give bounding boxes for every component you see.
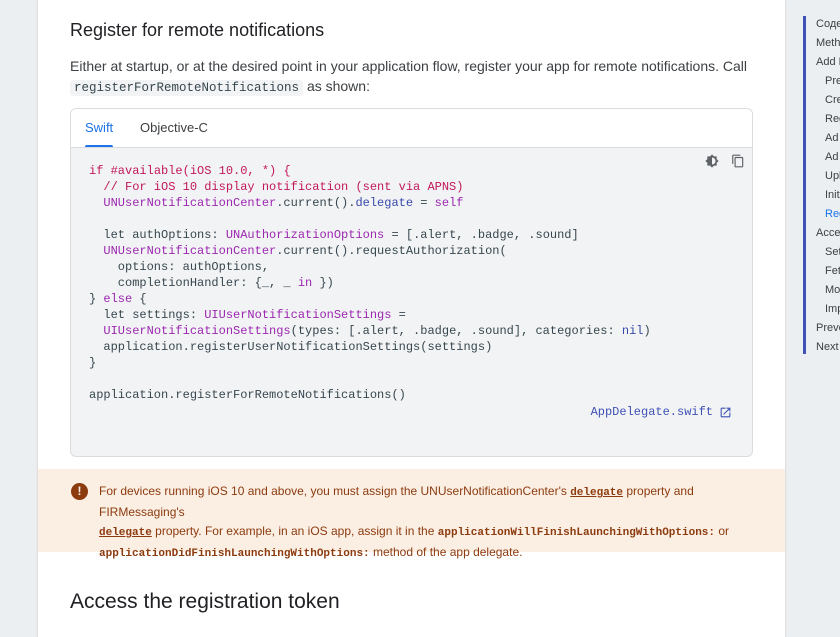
warning-text-part: For devices running iOS 10 and above, yo… — [99, 484, 567, 498]
intro-suffix: as shown: — [306, 78, 370, 94]
next-section-title: Access the registration token — [70, 590, 340, 613]
code-line: application.registerForRemoteNotificatio… — [89, 388, 406, 402]
warning-text: For devices running iOS 10 and above, yo… — [99, 482, 764, 564]
code-line: application.registerUserNotificationSett… — [89, 340, 493, 354]
code-block: if #available(iOS 10.0, *) { // For iOS … — [89, 163, 651, 403]
toc-item[interactable]: Pre — [825, 75, 840, 87]
toc-item[interactable]: Ad — [825, 132, 838, 144]
file-link-label: AppDelegate.swift — [590, 405, 713, 419]
file-link[interactable]: AppDelegate.swift — [591, 405, 732, 419]
warning-code: applicationWillFinishLaunchingWithOption… — [437, 527, 716, 539]
content-page: Register for remote notifications Either… — [38, 0, 785, 637]
warning-text-part: method of the app delegate. — [373, 545, 523, 559]
toc-item[interactable]: Ad — [825, 151, 838, 163]
toc-item[interactable]: Init — [825, 189, 840, 201]
toc-item[interactable]: Imp — [825, 303, 840, 315]
code-line: if #available(iOS 10.0, *) { — [89, 164, 291, 178]
delegate-link[interactable]: delegate — [570, 487, 623, 499]
warning-icon: ! — [71, 483, 88, 500]
code-line: let settings: UIUserNotificationSettings… — [89, 308, 406, 322]
intro-code: registerForRemoteNotifications — [70, 80, 304, 96]
intro-text: Either at startup, or at the desired poi… — [70, 58, 748, 74]
copy-icon[interactable] — [730, 153, 746, 169]
warning-text-part: property. For example, in an iOS app, as… — [155, 524, 435, 538]
warning-callout: ! For devices running iOS 10 and above, … — [38, 469, 785, 560]
intro-paragraph: Either at startup, or at the desired poi… — [70, 56, 750, 98]
toc-item[interactable]: Fet — [825, 265, 840, 277]
toc-item[interactable]: Mo — [825, 284, 840, 296]
toc-item[interactable]: Add F — [816, 56, 840, 68]
toc-item[interactable]: Preve — [816, 322, 840, 334]
code-line: UNUserNotificationCenter.current().reque… — [103, 244, 507, 258]
theme-toggle-icon[interactable] — [704, 153, 720, 169]
table-of-contents: Содер Meth Add F Pre Cre Reg Ad Ad Upl I… — [803, 16, 840, 354]
code-line: } else { — [89, 292, 147, 306]
tab-swift[interactable]: Swift — [85, 109, 114, 147]
section-title: Register for remote notifications — [70, 20, 325, 40]
tab-objective-c[interactable]: Objective-C — [140, 109, 208, 147]
code-tools — [704, 153, 746, 169]
toc-item[interactable]: Содер — [816, 18, 840, 30]
toc-item[interactable]: Next — [816, 341, 839, 353]
warning-code: applicationDidFinishLaunchingWithOptions… — [99, 548, 370, 560]
toc-item[interactable]: Meth — [816, 37, 840, 49]
code-sample: Swift Objective-C if #available(iOS 10.0… — [70, 108, 753, 457]
code-tabs: Swift Objective-C — [71, 109, 752, 148]
code-line: // For iOS 10 display notification (sent… — [89, 180, 464, 194]
code-line: let authOptions: UNAuthorizationOptions … — [89, 228, 579, 242]
code-line: } — [89, 356, 97, 370]
toc-item-active[interactable]: Reg — [825, 208, 840, 220]
open-in-new-icon — [720, 407, 731, 417]
code-line: UIUserNotificationSettings(types: [.aler… — [103, 324, 651, 338]
code-line: options: authOptions, — [89, 260, 270, 274]
warning-text-part: or — [718, 524, 730, 538]
toc-item[interactable]: Set — [825, 246, 840, 258]
code-line: UNUserNotificationCenter.current().deleg… — [103, 196, 464, 210]
code-line: completionHandler: {_, _ in }) — [89, 276, 334, 290]
toc-item[interactable]: Acce — [816, 227, 840, 239]
toc-item[interactable]: Reg — [825, 113, 840, 125]
toc-item[interactable]: Cre — [825, 94, 840, 106]
toc-item[interactable]: Upl — [825, 170, 840, 182]
delegate-link[interactable]: delegate — [99, 527, 152, 539]
